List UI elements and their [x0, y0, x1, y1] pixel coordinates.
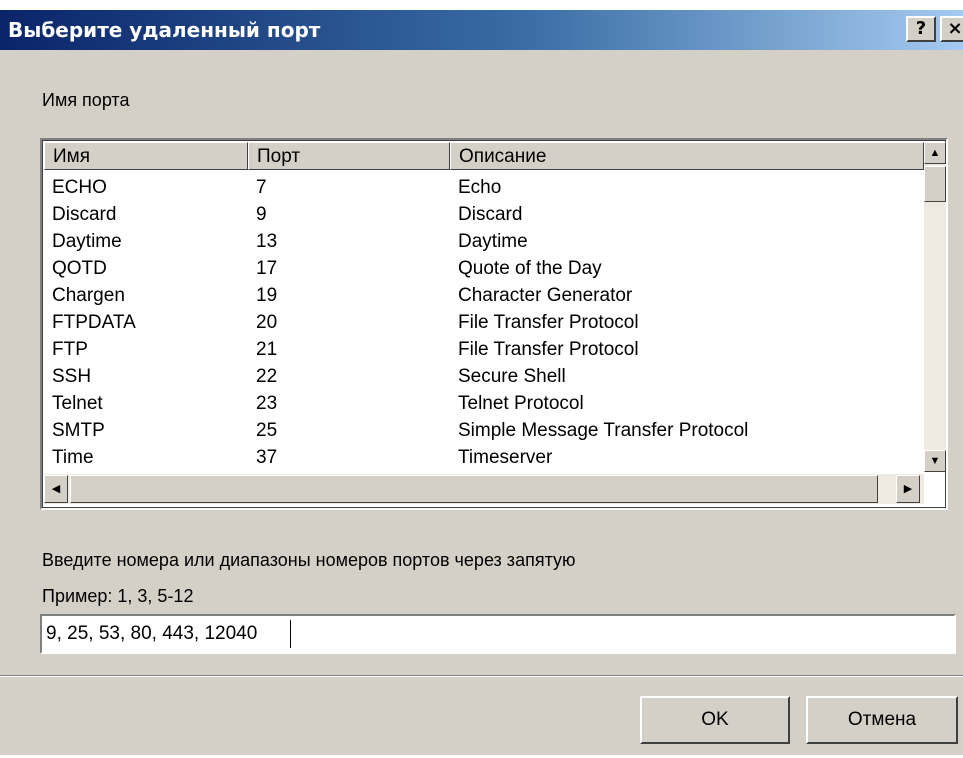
row-description-cell: Timeserver	[458, 447, 553, 468]
row-description-cell: Quote of the Day	[458, 258, 602, 279]
row-port-cell: 9	[256, 204, 267, 225]
close-button[interactable]: ×	[940, 16, 963, 42]
remote-port-dialog: Выберите удаленный порт ? × Имя порта Им…	[0, 10, 963, 755]
table-row[interactable]: Discard 9 Discard	[44, 201, 924, 228]
row-name-cell: Telnet	[52, 393, 103, 414]
row-description-cell: File Transfer Protocol	[458, 339, 639, 360]
table-row[interactable]: Chargen 19 Character Generator	[44, 282, 924, 309]
column-header-description[interactable]: Описание	[450, 142, 924, 170]
horizontal-scroll-thumb[interactable]	[70, 475, 878, 503]
table-row[interactable]: Telnet 23 Telnet Protocol	[44, 390, 924, 417]
scroll-up-arrow-icon[interactable]: ▲	[924, 142, 946, 164]
separator-line	[0, 675, 963, 677]
row-port-cell: 19	[256, 285, 278, 306]
scroll-down-arrow-icon[interactable]: ▼	[924, 450, 946, 472]
row-name-cell: ECHO	[52, 177, 107, 198]
row-port-cell: 37	[256, 447, 278, 468]
ports-input[interactable]	[40, 614, 956, 654]
vertical-scrollbar[interactable]: ▲ ▼	[924, 142, 946, 472]
row-port-cell: 20	[256, 312, 278, 333]
table-row[interactable]: Daytime 13 Daytime	[44, 228, 924, 255]
row-description-cell: Telnet Protocol	[458, 393, 584, 414]
row-port-cell: 17	[256, 258, 278, 279]
row-name-cell: SMTP	[52, 420, 105, 441]
table-row[interactable]: FTP 21 File Transfer Protocol	[44, 336, 924, 363]
column-header-port[interactable]: Порт	[248, 142, 450, 170]
example-label: Пример: 1, 3, 5-12	[42, 586, 194, 606]
scroll-right-arrow-icon[interactable]: ▶	[896, 475, 920, 503]
row-name-cell: Discard	[52, 204, 117, 225]
table-row[interactable]: Time 37 Timeserver	[44, 444, 924, 471]
horizontal-scrollbar[interactable]: ◀ ▶	[44, 474, 924, 504]
table-row[interactable]: SSH 22 Secure Shell	[44, 363, 924, 390]
port-list-rows: ECHO 7 Echo Discard 9 Discard Daytime 13 Daytime…	[44, 174, 924, 474]
row-port-cell: 25	[256, 420, 278, 441]
row-port-cell: 22	[256, 366, 278, 387]
row-port-cell: 7	[256, 177, 267, 198]
row-name-cell: SSH	[52, 366, 92, 387]
row-name-cell: Daytime	[52, 231, 122, 252]
row-name-cell: Chargen	[52, 285, 125, 306]
table-row[interactable]: ECHO 7 Echo	[44, 174, 924, 201]
title-bar[interactable]: Выберите удаленный порт ? ×	[0, 10, 963, 50]
row-description-cell: Simple Message Transfer Protocol	[458, 420, 749, 441]
table-row[interactable]: FTPDATA 20 File Transfer Protocol	[44, 309, 924, 336]
ok-button[interactable]: OK	[640, 696, 790, 744]
row-description-cell: Discard	[458, 204, 523, 225]
help-button[interactable]: ?	[906, 16, 936, 42]
row-name-cell: QOTD	[52, 258, 107, 279]
cancel-button[interactable]: Отмена	[806, 696, 958, 744]
vertical-scroll-thumb[interactable]	[924, 166, 946, 202]
row-name-cell: Time	[52, 447, 94, 468]
table-row[interactable]: QOTD 17 Quote of the Day	[44, 255, 924, 282]
instructions-label: Введите номера или диапазоны номеров пор…	[42, 550, 576, 570]
dialog-title: Выберите удаленный порт	[8, 18, 321, 42]
row-name-cell: FTP	[52, 339, 88, 360]
port-name-label: Имя порта	[42, 90, 130, 110]
port-list-header: Имя Порт Описание	[44, 142, 924, 172]
row-name-cell: FTPDATA	[52, 312, 136, 333]
row-port-cell: 21	[256, 339, 278, 360]
column-header-name[interactable]: Имя	[44, 142, 248, 170]
row-port-cell: 23	[256, 393, 278, 414]
row-description-cell: Secure Shell	[458, 366, 566, 387]
table-row[interactable]: SMTP 25 Simple Message Transfer Protocol	[44, 417, 924, 444]
scroll-left-arrow-icon[interactable]: ◀	[44, 475, 68, 503]
port-list[interactable]: Имя Порт Описание ECHO 7 Echo Discard 9 Disca…	[40, 138, 948, 510]
row-description-cell: Character Generator	[458, 285, 633, 306]
row-port-cell: 13	[256, 231, 278, 252]
text-caret	[290, 620, 291, 648]
row-description-cell: Echo	[458, 177, 502, 198]
row-description-cell: Daytime	[458, 231, 528, 252]
row-description-cell: File Transfer Protocol	[458, 312, 639, 333]
